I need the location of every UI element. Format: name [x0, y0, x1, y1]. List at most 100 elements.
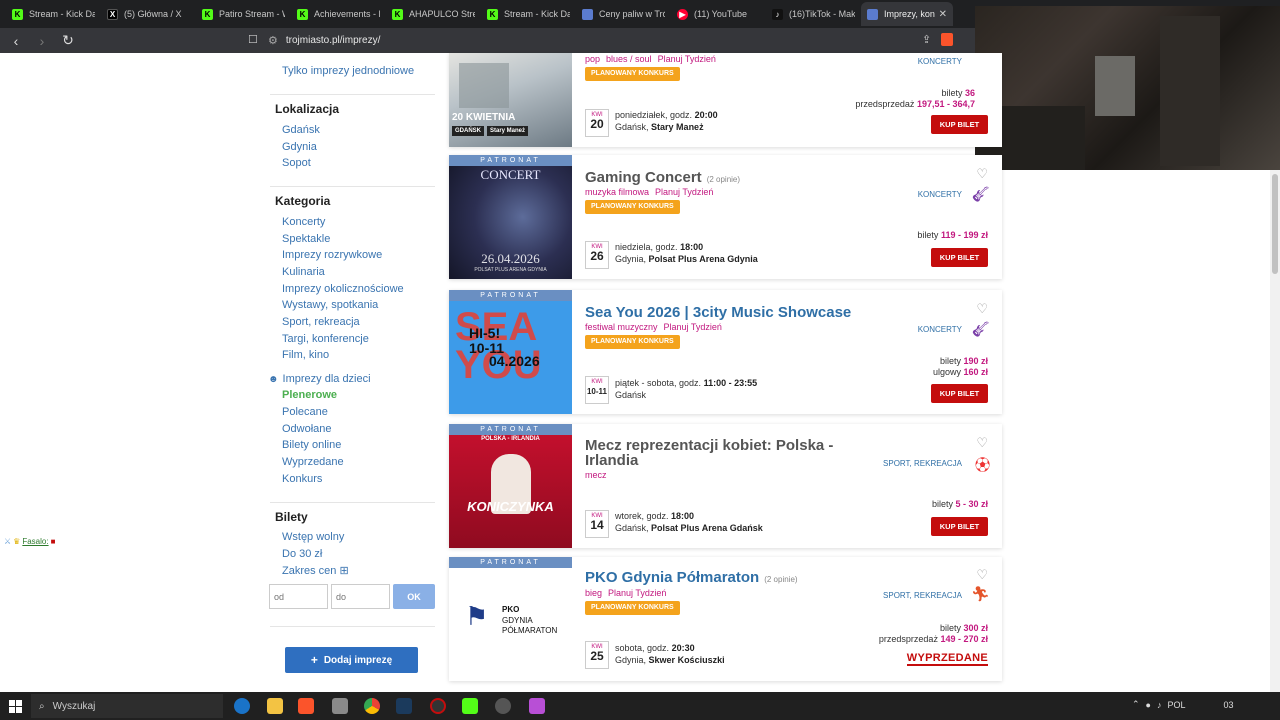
category-link[interactable]: Imprezy rozrywkowe: [282, 249, 382, 261]
url-field[interactable]: ⚙ trojmiasto.pl/imprezy/: [268, 31, 380, 50]
event-title[interactable]: PKO Gdynia Półmaraton (2 opinie): [585, 569, 798, 586]
browser-tab[interactable]: K Stream - Kick Da: [6, 2, 101, 26]
clock[interactable]: 03: [1224, 700, 1234, 710]
location-gdansk[interactable]: Gdańsk: [282, 124, 320, 136]
category-link[interactable]: Film, kino: [282, 349, 329, 361]
kids-events-link[interactable]: ☻ Imprezy dla dzieci: [268, 373, 371, 385]
browser-tab[interactable]: X (5) Główna / X: [101, 2, 196, 26]
contest-badge: PLANOWANY KONKURS: [585, 67, 680, 81]
volume-icon[interactable]: ♪: [1157, 700, 1162, 710]
event-poster[interactable]: 20 KWIETNIA GDAŃSK Stary Maneż: [449, 53, 572, 147]
bookmark-icon[interactable]: ☐: [248, 33, 258, 46]
event-date-box: KWI 20: [585, 109, 609, 137]
extra-filter-link[interactable]: Odwołane: [282, 423, 332, 435]
event-category[interactable]: SPORT, REKREACJA: [883, 459, 962, 468]
forward-icon[interactable]: ›: [32, 33, 52, 49]
event-poster[interactable]: PATRONAT CONCERT 26.04.2026 POLSAT PLUS …: [449, 155, 572, 279]
close-tab-icon[interactable]: ✕: [939, 9, 947, 20]
microphone-icon[interactable]: ●: [1146, 700, 1151, 710]
browser-tab[interactable]: K Stream - Kick Da: [481, 2, 576, 26]
site-info-icon[interactable]: ⚙: [268, 34, 278, 47]
event-card: PATRONAT POLSKA - IRLANDIA KONICZYNKA Me…: [449, 424, 1002, 548]
event-title[interactable]: Mecz reprezentacji kobiet: Polska - Irla…: [585, 438, 845, 468]
event-datetime: poniedziałek, godz. 20:00: [615, 110, 718, 120]
heart-icon[interactable]: ♡: [976, 435, 988, 451]
stream-chat-overlay: ⚔ ♛ Fasalo: ■: [4, 537, 55, 546]
browser-tab[interactable]: K Achievements - K: [291, 2, 386, 26]
price-range-toggle[interactable]: Zakres cen ⊞: [282, 564, 349, 577]
ticket-filter-link[interactable]: Wstęp wolny: [282, 531, 344, 543]
buy-ticket-button[interactable]: KUP BILET: [931, 248, 988, 267]
extra-filter-link[interactable]: Konkurs: [282, 473, 322, 485]
back-icon[interactable]: ‹: [6, 33, 26, 49]
kids-icon: ☻: [268, 374, 279, 385]
extra-filter-link[interactable]: Wyprzedane: [282, 456, 344, 468]
share-icon[interactable]: ⇪: [922, 33, 931, 46]
file-explorer-icon[interactable]: [267, 698, 283, 714]
heart-icon[interactable]: ♡: [976, 301, 988, 317]
browser-tab-active[interactable]: Imprezy, kon ✕: [861, 2, 953, 26]
app-icon[interactable]: [332, 698, 348, 714]
location-gdynia[interactable]: Gdynia: [282, 141, 317, 153]
heart-icon[interactable]: ♡: [976, 567, 988, 583]
page-scrollbar[interactable]: [1270, 170, 1280, 692]
browser-tab[interactable]: KAHAPULCO Strea: [386, 2, 481, 26]
price-to-input[interactable]: [331, 584, 390, 609]
category-link[interactable]: Targi, konferencje: [282, 333, 369, 345]
extra-filter-link[interactable]: Bilety online: [282, 439, 341, 451]
language-indicator[interactable]: POL: [1167, 700, 1185, 710]
event-card: 20 KWIETNIA GDAŃSK Stary Maneż pop blues …: [449, 53, 1002, 147]
browser-tab[interactable]: Ceny paliw w Trój: [576, 2, 671, 26]
event-category[interactable]: KONCERTY: [918, 325, 962, 334]
event-category[interactable]: KONCERTY: [918, 190, 962, 199]
reload-icon[interactable]: ↻: [58, 32, 78, 49]
event-title[interactable]: Sea You 2026 | 3city Music Showcase: [585, 304, 851, 321]
system-tray: ⌃ ● ♪ POL 03: [1132, 699, 1234, 710]
category-link[interactable]: Wystawy, spotkania: [282, 299, 378, 311]
brave-icon[interactable]: [298, 698, 314, 714]
steam-icon[interactable]: [396, 698, 412, 714]
event-venue: Gdynia, Polsat Plus Arena Gdynia: [615, 254, 758, 264]
ticket-filter-link[interactable]: Do 30 zł: [282, 548, 322, 560]
buy-ticket-button[interactable]: KUP BILET: [931, 115, 988, 134]
browser-tab[interactable]: K Patiro Stream - W: [196, 2, 291, 26]
browser-tab[interactable]: ▶ (11) YouTube: [671, 2, 766, 26]
obs-icon[interactable]: [430, 698, 446, 714]
category-link[interactable]: Kulinaria: [282, 266, 325, 278]
event-poster[interactable]: PATRONAT POLSKA - IRLANDIA KONICZYNKA: [449, 424, 572, 548]
chrome-icon[interactable]: [364, 698, 380, 714]
extra-filter-link[interactable]: Polecane: [282, 406, 328, 418]
event-category[interactable]: SPORT, REKREACJA: [883, 591, 962, 600]
guitar-icon: 🎸︎: [970, 186, 990, 203]
price-from-input[interactable]: [269, 584, 328, 609]
category-link[interactable]: Imprezy okolicznościowe: [282, 283, 404, 295]
event-datetime: wtorek, godz. 18:00: [615, 511, 695, 521]
event-category[interactable]: KONCERTY: [918, 57, 962, 66]
event-poster[interactable]: PATRONAT SEA YOU HI-5! 10-11 04.2026: [449, 290, 572, 414]
buy-ticket-button[interactable]: KUP BILET: [931, 517, 988, 536]
browser-tab[interactable]: ♪ (16)TikTok - Make: [766, 2, 861, 26]
settings-icon[interactable]: [495, 698, 511, 714]
kick-app-icon[interactable]: [462, 698, 478, 714]
app-icon[interactable]: [529, 698, 545, 714]
category-link[interactable]: Sport, rekreacja: [282, 316, 360, 328]
heart-icon[interactable]: ♡: [976, 166, 988, 182]
add-event-button[interactable]: + Dodaj imprezę: [285, 647, 418, 673]
taskbar-search[interactable]: ⌕ Wyszukaj: [31, 694, 223, 718]
event-tags: mecz: [585, 470, 607, 480]
scrollbar-thumb[interactable]: [1272, 174, 1278, 274]
brave-shield-icon[interactable]: [941, 33, 954, 46]
edge-icon[interactable]: [234, 698, 250, 714]
windows-start-icon[interactable]: [0, 699, 30, 713]
category-link[interactable]: Koncerty: [282, 216, 325, 228]
location-sopot[interactable]: Sopot: [282, 157, 311, 169]
event-title[interactable]: Gaming Concert (2 opinie): [585, 169, 740, 186]
outdoor-link[interactable]: Plenerowe: [282, 389, 337, 401]
event-poster[interactable]: PATRONAT ⚑ PKO GDYNIA PÓŁMARATON: [449, 557, 572, 681]
category-link[interactable]: Spektakle: [282, 233, 330, 245]
single-day-filter[interactable]: Tylko imprezy jednodniowe: [282, 65, 414, 77]
price-ok-button[interactable]: OK: [393, 584, 435, 609]
event-datetime: sobota, godz. 20:30: [615, 643, 695, 653]
chevron-up-icon[interactable]: ⌃: [1132, 699, 1140, 710]
buy-ticket-button[interactable]: KUP BILET: [931, 384, 988, 403]
